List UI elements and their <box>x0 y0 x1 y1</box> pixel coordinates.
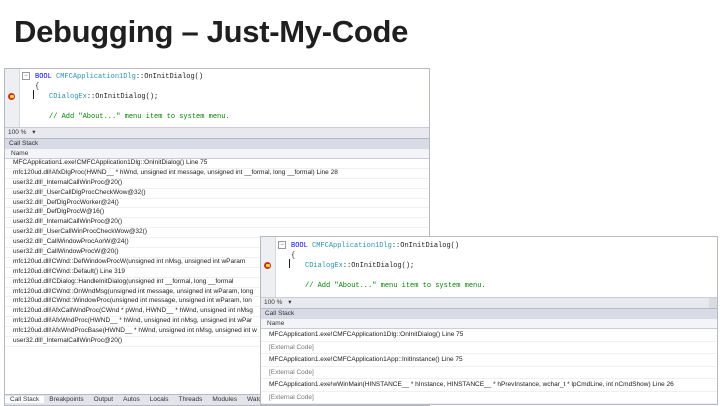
code-editor[interactable]: − BOOL CMFCApplication1Dlg::OnInitDialog… <box>261 237 717 297</box>
code-token: CDialogEx <box>49 93 87 101</box>
slide-title: Debugging – Just-My-Code <box>14 14 409 49</box>
code-line[interactable]: { <box>261 251 717 261</box>
call-stack-frame[interactable]: MFCApplication1.exe!CMFCApplication1App:… <box>261 354 717 367</box>
debugger-window-just-my-code: − BOOL CMFCApplication1Dlg::OnInitDialog… <box>260 236 718 405</box>
code-lines: BOOL CMFCApplication1Dlg::OnInitDialog()… <box>5 69 429 122</box>
tab-output[interactable]: Output <box>89 396 119 403</box>
code-token: CDialogEx <box>305 262 343 270</box>
code-token: BOOL <box>291 242 313 250</box>
call-stack-frame[interactable]: user32.dll!_DefDlgProcWorker@24() <box>5 199 429 209</box>
call-stack-caption: Call Stack <box>5 138 429 149</box>
tab-locals[interactable]: Locals <box>145 396 174 403</box>
code-token: CMFCApplication1Dlg <box>56 73 136 81</box>
code-lines: BOOL CMFCApplication1Dlg::OnInitDialog()… <box>261 237 717 291</box>
code-line[interactable]: BOOL CMFCApplication1Dlg::OnInitDialog() <box>261 241 717 251</box>
call-stack-frame[interactable]: mfc120ud.dll!AfxDlgProc(HWND__ * hWnd, u… <box>5 169 429 179</box>
column-header-name[interactable]: Name <box>5 149 429 159</box>
call-stack-frame[interactable]: user32.dll!_InternalCallWinProc@20() <box>5 218 429 229</box>
code-token: ::OnInitDialog(); <box>342 262 415 270</box>
zoom-level[interactable]: 100 % <box>264 299 282 306</box>
call-stack-frame[interactable]: user32.dll!_InternalCallWinProc@20() <box>5 179 429 189</box>
code-token: ::OnInitDialog() <box>135 73 204 81</box>
call-stack-frame[interactable]: MFCApplication1.exe!CMFCApplication1Dlg:… <box>5 159 429 169</box>
tab-breakpoints[interactable]: Breakpoints <box>44 396 88 403</box>
call-stack-list: MFCApplication1.exe!CMFCApplication1Dlg:… <box>261 329 717 404</box>
external-code-frame[interactable]: [External Code] <box>261 342 717 354</box>
tab-threads[interactable]: Threads <box>174 396 208 403</box>
editor-status-row: 100 % ▾ <box>5 127 429 138</box>
code-token: // Add "About..." menu item to system me… <box>305 282 486 290</box>
call-stack-frame[interactable]: user32.dll!_DefDlgProcW@16() <box>5 208 429 219</box>
external-code-frame[interactable]: [External Code] <box>261 367 717 379</box>
horizontal-scrollbar[interactable] <box>709 298 717 308</box>
dropdown-arrow-icon[interactable]: ▾ <box>288 299 291 306</box>
zoom-level[interactable]: 100 % <box>8 129 26 136</box>
code-line[interactable]: // Add "About..." menu item to system me… <box>5 112 429 122</box>
code-line[interactable]: // Add "About..." menu item to system me… <box>261 281 717 291</box>
code-editor[interactable]: − BOOL CMFCApplication1Dlg::OnInitDialog… <box>5 69 429 127</box>
code-token: ::OnInitDialog(); <box>86 93 159 101</box>
code-line[interactable]: BOOL CMFCApplication1Dlg::OnInitDialog() <box>5 72 429 82</box>
call-stack-frame[interactable]: MFCApplication1.exe!CMFCApplication1Dlg:… <box>261 329 717 342</box>
external-code-frame[interactable]: [External Code] <box>261 392 717 404</box>
code-token: { <box>291 252 296 260</box>
column-header-name[interactable]: Name <box>261 319 717 329</box>
code-token: BOOL <box>35 73 57 81</box>
call-stack-frame[interactable]: MFCApplication1.exe!wWinMain(HINSTANCE__… <box>261 379 717 392</box>
code-line[interactable]: { <box>5 82 429 92</box>
tab-call-stack[interactable]: Call Stack <box>5 396 45 403</box>
tab-autos[interactable]: Autos <box>118 396 145 403</box>
code-token: CMFCApplication1Dlg <box>312 242 392 250</box>
code-token: { <box>35 83 40 91</box>
tab-modules[interactable]: Modules <box>207 396 242 403</box>
code-token: // Add "About..." menu item to system me… <box>49 113 230 121</box>
dropdown-arrow-icon[interactable]: ▾ <box>32 129 35 136</box>
code-line[interactable] <box>5 102 429 112</box>
code-line[interactable] <box>261 271 717 281</box>
call-stack-frame[interactable]: user32.dll!_UserCallDlgProcCheckWow@32() <box>5 189 429 199</box>
call-stack-caption: Call Stack <box>261 308 717 319</box>
code-line[interactable]: CDialogEx::OnInitDialog(); <box>5 92 429 102</box>
editor-status-row: 100 % ▾ <box>261 297 717 308</box>
code-token: ::OnInitDialog() <box>391 242 460 250</box>
code-line[interactable]: CDialogEx::OnInitDialog(); <box>261 261 717 271</box>
